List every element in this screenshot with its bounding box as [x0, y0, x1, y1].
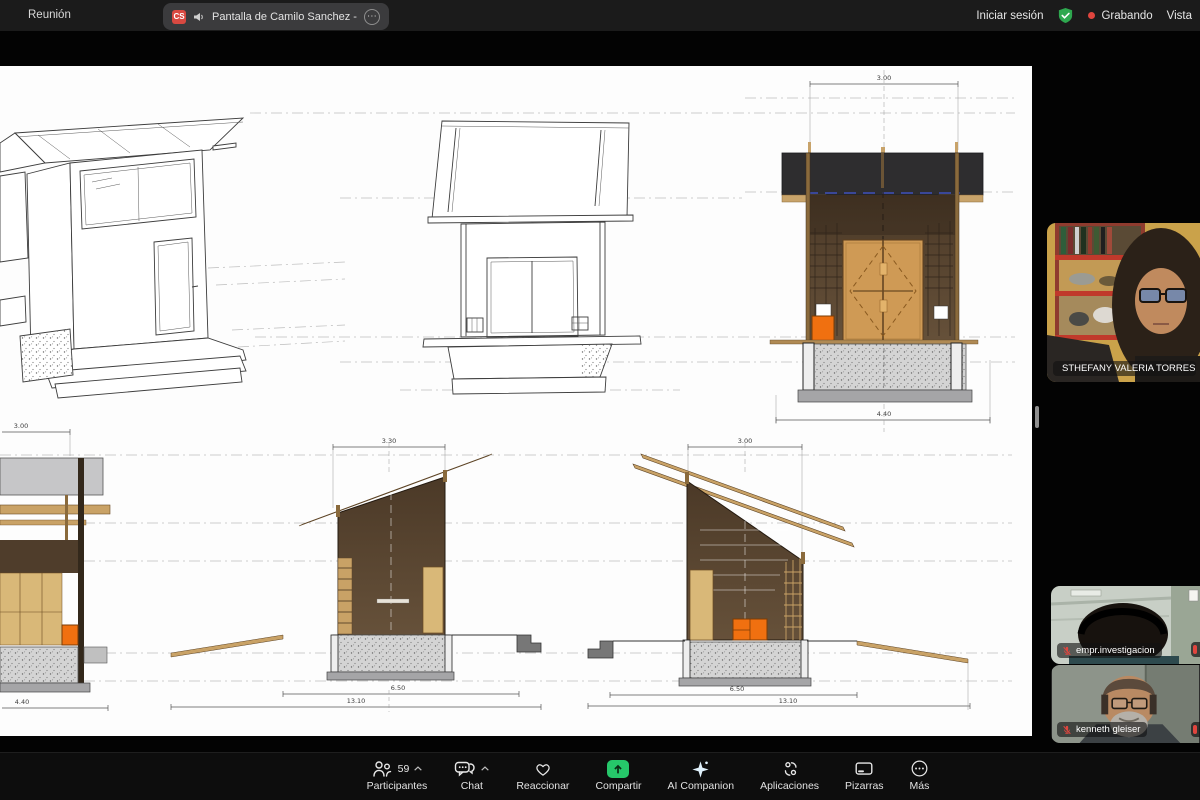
muted-mic-icon: [1062, 646, 1072, 656]
front-elevation-line: [423, 121, 641, 394]
toolbar-label: Aplicaciones: [760, 780, 819, 792]
toolbar-label: Pizarras: [845, 780, 884, 792]
toolbar-share[interactable]: Compartir: [595, 753, 641, 800]
security-shield-icon[interactable]: [1057, 7, 1074, 24]
toolbar-whiteboards[interactable]: Pizarras: [845, 753, 884, 800]
toolbar-label: Más: [910, 780, 930, 792]
video-tile[interactable]: empr.investigacion: [1051, 586, 1200, 664]
dim-left-base: 4.40: [15, 698, 29, 706]
toolbar-participants[interactable]: 59 Participantes: [367, 753, 428, 800]
toolbar-ai-companion[interactable]: AI Companion: [668, 753, 735, 800]
recording-indicator: Grabando: [1088, 10, 1152, 22]
dim-mid-inner: 6.50: [391, 684, 405, 692]
side-elevation-mid: 3.30 6.50 13.10: [171, 437, 541, 712]
dim-mid-total: 13.10: [347, 697, 366, 705]
chevron-up-icon[interactable]: [413, 765, 423, 772]
muted-mic-icon: [1062, 725, 1072, 735]
recording-dot-icon: [1088, 12, 1095, 19]
participant-name: STHEFANY VALERIA TORRES LA: [1062, 363, 1196, 374]
shared-screen-tab-title: Pantalla de Camilo Sanchez -: [212, 11, 357, 23]
participant-video: [1047, 223, 1200, 382]
toolbar-apps[interactable]: Aplicaciones: [760, 753, 819, 800]
participants-count: 59: [398, 763, 410, 775]
whiteboard-icon: [853, 760, 875, 778]
apps-icon: [780, 759, 800, 779]
architectural-drawing: 3.00: [0, 66, 1032, 736]
side-elevation-right: 3.00 6.50: [588, 437, 970, 710]
presenter-initials-badge: CS: [172, 10, 186, 24]
toolbar-label: Compartir: [595, 780, 641, 792]
participant-name: kenneth gleiser: [1076, 724, 1140, 735]
shared-screen-tab[interactable]: CS Pantalla de Camilo Sanchez - ⋯: [163, 3, 389, 30]
shared-screen-canvas: 3.00: [0, 66, 1032, 736]
meeting-toolbar: 59 Participantes Chat: [0, 752, 1200, 800]
share-screen-icon: [607, 760, 629, 778]
perspective-view: [0, 118, 246, 398]
topbar-right: Iniciar sesión Grabando Vista: [976, 0, 1192, 31]
sign-in-link[interactable]: Iniciar sesión: [976, 10, 1043, 22]
view-menu[interactable]: Vista: [1167, 10, 1192, 22]
chevron-up-icon[interactable]: [480, 765, 490, 772]
recording-label: Grabando: [1101, 10, 1152, 22]
participant-name-label: kenneth gleiser: [1057, 722, 1147, 737]
muted-mic-icon: [1191, 642, 1200, 657]
video-tile[interactable]: kenneth gleiser: [1051, 665, 1200, 743]
toolbar-label: Reaccionar: [516, 780, 569, 792]
toolbar-react[interactable]: Reaccionar: [516, 753, 569, 800]
front-elevation-color: 3.00: [770, 70, 990, 432]
sparkle-icon: [690, 759, 711, 779]
toolbar-label: Participantes: [367, 780, 428, 792]
tab-more-icon[interactable]: ⋯: [364, 9, 380, 25]
meeting-topbar: Reunión CS Pantalla de Camilo Sanchez - …: [0, 0, 1200, 31]
more-ellipsis-icon: [910, 759, 929, 778]
toolbar-label: AI Companion: [668, 780, 735, 792]
video-tile[interactable]: STHEFANY VALERIA TORRES LA: [1047, 223, 1200, 382]
toolbar-more[interactable]: Más: [910, 753, 930, 800]
speaker-icon: [193, 11, 205, 23]
dim-left-top: 3.00: [14, 422, 28, 430]
panel-resize-handle[interactable]: [1035, 406, 1039, 428]
dim-right-inner: 6.50: [730, 685, 744, 693]
toolbar-label: Chat: [461, 780, 483, 792]
participant-name: empr.investigacion: [1076, 645, 1155, 656]
heart-icon: [533, 759, 553, 778]
chat-icon: [453, 759, 476, 778]
muted-mic-icon: [1191, 722, 1200, 737]
section-left-cut: 3.00 4.40: [0, 422, 110, 711]
app-title: Reunión: [28, 9, 71, 21]
dim-right-total: 13.10: [779, 697, 798, 705]
participant-name-label: empr.investigacion: [1057, 643, 1162, 658]
participants-icon: [371, 759, 393, 778]
toolbar-chat[interactable]: Chat: [453, 753, 490, 800]
participant-name-label: STHEFANY VALERIA TORRES LA: [1053, 361, 1196, 376]
